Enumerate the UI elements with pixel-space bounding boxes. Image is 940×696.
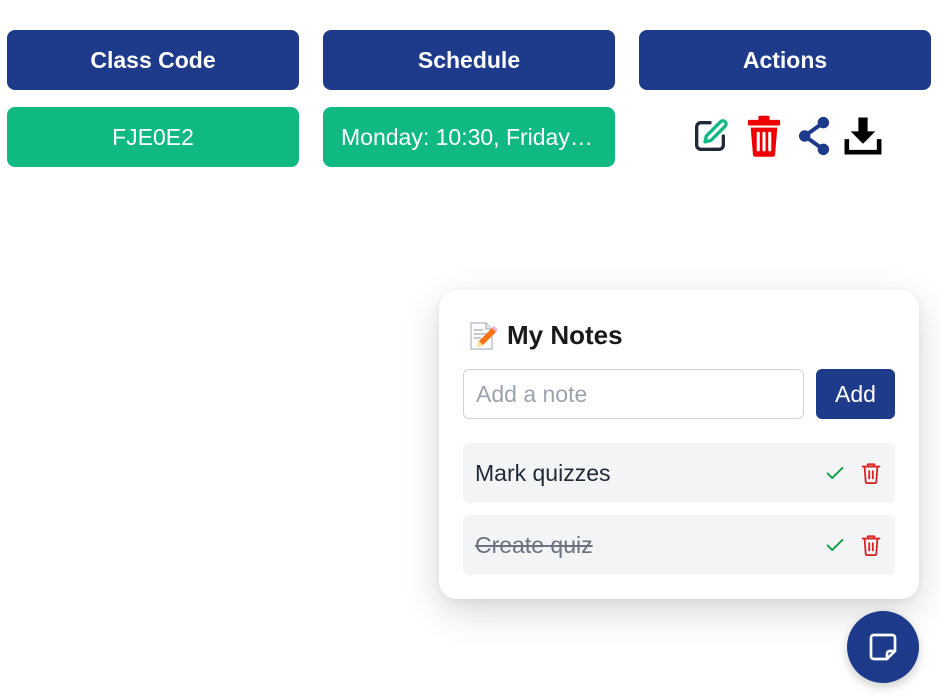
notes-header: My Notes [467, 320, 623, 351]
note-input[interactable] [463, 369, 804, 419]
trash-icon [861, 535, 881, 556]
header-actions: Actions [639, 30, 931, 90]
note-item: Mark quizzes [463, 443, 895, 503]
notes-title: My Notes [507, 320, 623, 350]
check-icon [826, 538, 844, 552]
share-icon [798, 116, 830, 156]
delete-note-button[interactable] [859, 461, 883, 485]
class-code-cell: FJE0E2 [7, 107, 299, 167]
note-item: Create quiz [463, 515, 895, 575]
delete-note-button[interactable] [859, 533, 883, 557]
schedule-value: Monday: 10:30, Friday: 14:00 [341, 123, 597, 150]
note-text: Create quiz [475, 531, 593, 558]
check-icon [826, 466, 844, 480]
add-note-button[interactable]: Add [816, 369, 895, 419]
schedule-cell: Monday: 10:30, Friday: 14:00 [323, 107, 615, 167]
delete-button[interactable] [746, 114, 782, 158]
note-icon [869, 633, 897, 661]
complete-note-button[interactable] [823, 533, 847, 557]
edit-icon [695, 119, 728, 151]
header-schedule: Schedule [323, 30, 615, 90]
trash-icon [861, 463, 881, 484]
download-button[interactable] [844, 114, 882, 158]
toggle-notes-button[interactable] [847, 611, 919, 683]
notes-panel: My Notes Add Mark quizzes Create quiz [439, 290, 919, 599]
edit-button[interactable] [690, 114, 730, 158]
share-button[interactable] [798, 114, 830, 158]
header-class-code: Class Code [7, 30, 299, 90]
trash-icon [747, 115, 781, 157]
download-icon [844, 117, 882, 155]
actions-group [690, 114, 882, 158]
note-text: Mark quizzes [475, 459, 611, 486]
memo-icon [470, 322, 497, 349]
class-code-value: FJE0E2 [112, 123, 194, 150]
complete-note-button[interactable] [823, 461, 847, 485]
